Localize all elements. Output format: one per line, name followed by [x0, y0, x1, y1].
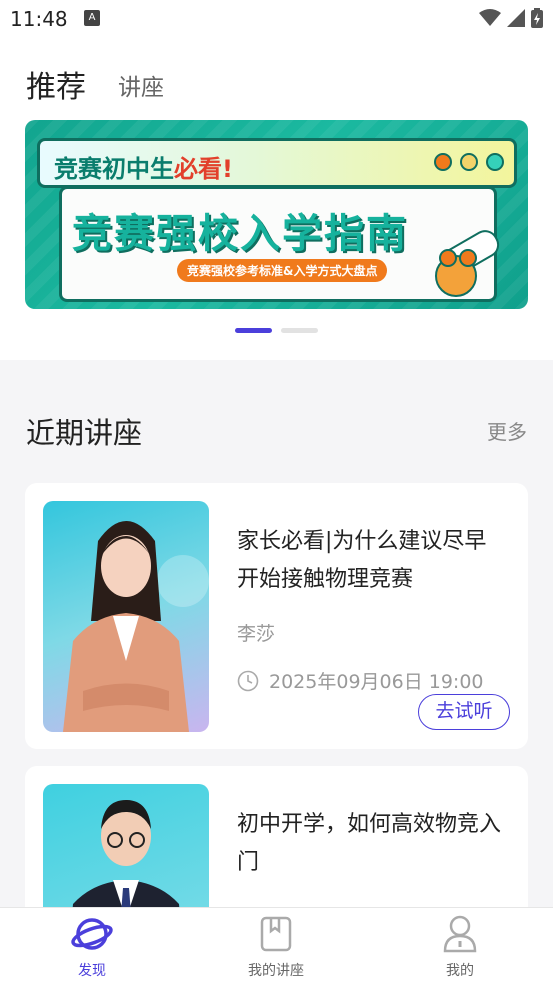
banner-dot-teal	[486, 153, 504, 171]
tab-lectures[interactable]: 讲座	[118, 68, 164, 102]
bottom-tab-bar: 发现 我的讲座 我的	[0, 907, 553, 984]
status-time: 11:48	[10, 7, 68, 31]
banner-dot-yellow	[460, 153, 478, 171]
lecture-teacher: 李莎	[237, 623, 276, 645]
recommend-section: 推荐 讲座 竞赛初中生必看! 竞赛强校入学指南 竞赛强校参考标准&入学方式大盘点	[0, 38, 553, 360]
lecture-time: 2025年09月06日 19:00	[237, 667, 484, 694]
lecture-title: 初中开学，如何高效物竞入门	[237, 812, 502, 875]
banner-top-text-main: 竞赛初中生	[54, 155, 174, 183]
lectures-title: 近期讲座	[26, 416, 143, 450]
lecture-title: 家长必看|为什么建议尽早开始接触物理竞赛	[237, 529, 487, 592]
signal-icon	[507, 9, 525, 27]
tab-mine[interactable]: 我的	[368, 908, 552, 984]
trial-listen-button[interactable]: 去试听	[418, 694, 510, 730]
banner[interactable]: 竞赛初中生必看! 竞赛强校入学指南 竞赛强校参考标准&入学方式大盘点	[25, 120, 528, 309]
status-bar: 11:48 A	[0, 0, 553, 38]
banner-title: 竞赛强校入学指南	[72, 211, 408, 257]
banner-top-text-highlight: 必看!	[174, 155, 233, 183]
tab-my-lectures-label: 我的讲座	[248, 963, 304, 979]
tab-mine-label: 我的	[446, 963, 474, 979]
pager-dot-active	[235, 328, 272, 333]
planet-icon	[71, 918, 113, 950]
status-icons	[479, 8, 543, 28]
battery-icon	[531, 8, 543, 28]
lecture-card[interactable]: 家长必看|为什么建议尽早开始接触物理竞赛 李莎 2025年09月06日 19:0…	[25, 483, 528, 749]
bookmark-book-icon	[260, 916, 292, 952]
banner-subtitle: 竞赛强校参考标准&入学方式大盘点	[177, 259, 388, 282]
teacher-photo	[43, 501, 209, 732]
tab-recommend[interactable]: 推荐	[26, 62, 86, 106]
scroll-mascot-icon	[435, 230, 500, 297]
wifi-icon	[479, 9, 501, 26]
tab-my-lectures[interactable]: 我的讲座	[184, 908, 368, 984]
banner-dot-orange	[434, 153, 452, 171]
clock-icon	[237, 670, 259, 691]
notification-a-icon: A	[84, 10, 100, 26]
banner-top-box: 竞赛初中生必看!	[37, 138, 517, 188]
banner-top-text: 竞赛初中生必看!	[54, 149, 233, 184]
lecture-time-text: 2025年09月06日 19:00	[269, 671, 484, 693]
tab-discover-label: 发现	[78, 963, 106, 979]
lectures-more-link[interactable]: 更多	[487, 416, 527, 445]
pager-dot-inactive	[281, 328, 318, 333]
person-icon	[443, 915, 477, 953]
tab-discover[interactable]: 发现	[0, 908, 184, 984]
lectures-section: 近期讲座 更多 家长必看|为什么建议尽早开始接触物理竞赛 李莎 2025年09月…	[0, 372, 553, 984]
